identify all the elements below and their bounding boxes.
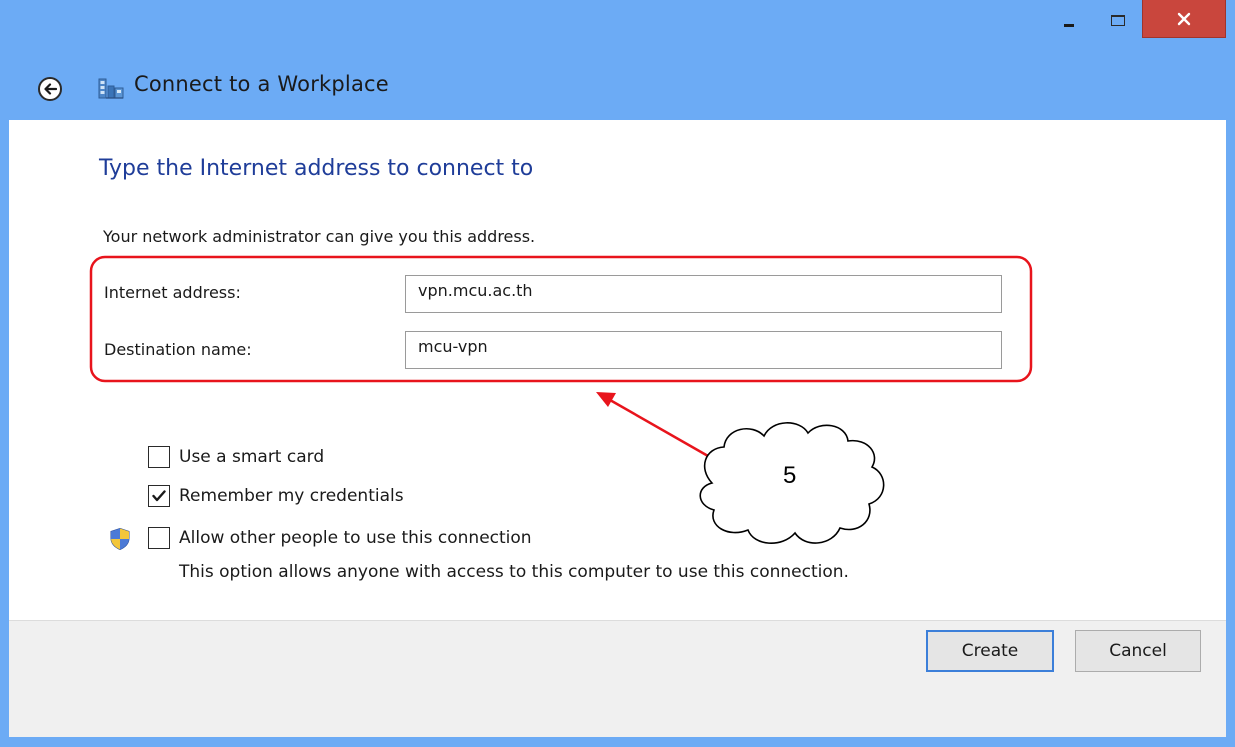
smart-card-label: Use a smart card — [179, 447, 325, 467]
page-heading: Type the Internet address to connect to — [99, 156, 534, 181]
uac-shield-icon — [110, 527, 130, 551]
close-icon — [1177, 12, 1191, 25]
create-button[interactable]: Create — [926, 630, 1054, 672]
smart-card-option[interactable]: Use a smart card — [148, 446, 324, 468]
remember-credentials-checkbox[interactable] — [148, 485, 170, 507]
window-title: Connect to a Workplace — [134, 72, 389, 96]
remember-credentials-option[interactable]: Remember my credentials — [148, 485, 404, 507]
minimize-icon — [1064, 23, 1074, 27]
maximize-icon — [1111, 14, 1125, 26]
workplace-network-icon — [98, 78, 124, 99]
dialog-window: Connect to a Workplace Type the Internet… — [0, 0, 1235, 747]
content-area: Type the Internet address to connect to … — [9, 120, 1226, 620]
maximize-button[interactable] — [1097, 0, 1139, 40]
cancel-button[interactable]: Cancel — [1075, 630, 1201, 672]
checkmark-icon — [152, 490, 166, 502]
description-text: Your network administrator can give you … — [103, 227, 536, 246]
allow-others-checkbox[interactable] — [148, 527, 170, 549]
internet-address-label: Internet address: — [104, 283, 241, 302]
smart-card-checkbox[interactable] — [148, 446, 170, 468]
dialog-footer: Create Cancel — [9, 620, 1226, 737]
allow-others-note: This option allows anyone with access to… — [179, 562, 849, 582]
back-arrow-icon — [44, 83, 57, 95]
internet-address-input[interactable] — [405, 275, 1002, 313]
allow-others-option[interactable]: Allow other people to use this connectio… — [148, 527, 532, 549]
remember-credentials-label: Remember my credentials — [179, 486, 404, 506]
title-bar: Connect to a Workplace — [0, 0, 1235, 120]
close-button[interactable] — [1142, 0, 1226, 38]
allow-others-label: Allow other people to use this connectio… — [179, 528, 532, 548]
destination-name-input[interactable] — [405, 331, 1002, 369]
back-button[interactable] — [38, 77, 62, 101]
destination-name-label: Destination name: — [104, 340, 252, 359]
minimize-button[interactable] — [1048, 0, 1090, 40]
